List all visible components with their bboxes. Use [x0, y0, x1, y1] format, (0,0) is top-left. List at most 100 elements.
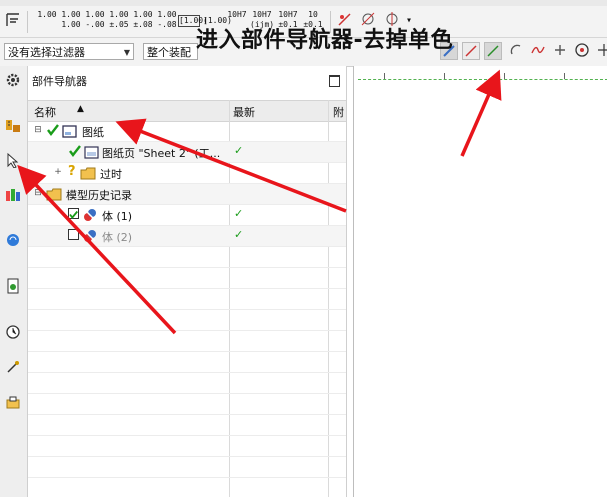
- border-tick: [504, 73, 505, 79]
- row-divider: [28, 372, 346, 373]
- latest-check-icon: ✓: [234, 144, 244, 157]
- roles-icon[interactable]: [5, 394, 21, 410]
- dim-value: 1.00: [61, 10, 81, 19]
- select-curve-icon[interactable]: [484, 42, 502, 60]
- dim-value: 1.00: [109, 10, 129, 19]
- assembly-select-value: 整个装配: [147, 46, 191, 59]
- dim-value: 10H7: [278, 10, 298, 19]
- drawing-icon: [62, 125, 77, 138]
- history-icon[interactable]: [5, 278, 21, 294]
- clock-icon[interactable]: [5, 324, 21, 340]
- dim-tol: 1.00: [61, 20, 81, 29]
- folder-icon: [80, 167, 96, 180]
- dim-value: 1.00: [133, 10, 153, 19]
- tree-label: 模型历史记录: [66, 189, 132, 202]
- row-divider: [28, 477, 346, 478]
- tree-label: 图纸: [82, 126, 104, 139]
- intersection-icon[interactable]: [552, 42, 570, 60]
- dimension-style-icon[interactable]: [4, 10, 22, 34]
- latest-check-icon: ✓: [234, 228, 244, 241]
- column-name-header[interactable]: 名称: [34, 104, 56, 120]
- folder-open-icon: [46, 188, 62, 201]
- row-divider: [28, 414, 346, 415]
- row-divider: [28, 393, 346, 394]
- filter-select-value: 没有选择过滤器: [8, 46, 85, 59]
- dim-tol: -.08: [157, 20, 177, 29]
- visibility-checkbox[interactable]: [68, 229, 79, 240]
- reuse-library-icon[interactable]: [5, 186, 21, 202]
- column-latest-header[interactable]: 最新: [233, 104, 255, 120]
- tree-label: 过时: [100, 168, 122, 181]
- collapse-icon[interactable]: ⊟: [34, 189, 42, 198]
- navigator-tree: ⊟ 图纸 图纸页 "Sheet 2" (工... ✓ + ? 过时 ⊟ 模型历史…: [28, 121, 346, 497]
- select-edge-icon[interactable]: [462, 42, 480, 60]
- visibility-checkbox[interactable]: [68, 208, 79, 219]
- dim-button-5[interactable]: 1.00 ±.08: [132, 10, 154, 34]
- selection-filter-select[interactable]: 没有选择过滤器 ▼: [4, 43, 134, 60]
- tree-row-model-history[interactable]: ⊟ 模型历史记录: [28, 184, 346, 204]
- dim-button-2[interactable]: 1.00 1.00: [60, 10, 82, 34]
- row-divider: [28, 246, 346, 247]
- dim-value: 1.00: [85, 10, 105, 19]
- row-divider: [28, 456, 346, 457]
- green-check-icon: [69, 145, 81, 157]
- part-navigator-icon[interactable]: [5, 152, 21, 169]
- dim-value: 10H7: [227, 10, 247, 19]
- settings-gear-icon[interactable]: [5, 72, 21, 88]
- row-divider: [28, 330, 346, 331]
- column-third-header[interactable]: 附: [333, 104, 344, 120]
- dim-tol: -.00: [85, 20, 105, 29]
- row-divider: [28, 351, 346, 352]
- dim-tol: ±.05: [109, 20, 129, 29]
- chevron-down-icon: ▼: [123, 48, 130, 57]
- arc-icon[interactable]: [508, 42, 526, 60]
- dim-value: 1.00: [157, 10, 177, 19]
- tree-row-sheet[interactable]: 图纸页 "Sheet 2" (工... ✓: [28, 142, 346, 162]
- dim-button-1[interactable]: 1.00: [36, 10, 58, 34]
- tree-row-body-2[interactable]: 体 (2) ✓: [28, 226, 346, 246]
- tree-label: 图纸页 "Sheet 2" (工...: [102, 147, 221, 160]
- assembly-navigator-icon[interactable]: [5, 118, 21, 134]
- row-divider: [28, 435, 346, 436]
- dim-tol: ±.08: [133, 20, 153, 29]
- border-tick: [444, 73, 445, 79]
- dim-value: 10H7: [252, 10, 272, 19]
- dim-button-3[interactable]: 1.00 -.00: [84, 10, 106, 34]
- navigator-title-bar: 部件导航器: [28, 66, 346, 92]
- annotation-caption: 进入部件导航器-去掉单色: [196, 28, 454, 53]
- spline-icon[interactable]: [530, 42, 548, 60]
- graphics-window[interactable]: [353, 66, 607, 497]
- tree-row-body-1[interactable]: 体 (1) ✓: [28, 205, 346, 225]
- expand-icon[interactable]: +: [54, 168, 62, 177]
- process-studio-icon[interactable]: [5, 359, 21, 375]
- body-feature-icon: [84, 230, 96, 242]
- assembly-scope-select[interactable]: 整个装配: [143, 43, 198, 60]
- row-divider: [28, 267, 346, 268]
- tree-row-drawing[interactable]: ⊟ 图纸: [28, 121, 346, 141]
- body-feature-icon: [84, 209, 96, 221]
- web-browser-icon[interactable]: [5, 232, 21, 248]
- tree-label: 体 (2): [102, 231, 133, 244]
- dim-button-4[interactable]: 1.00 ±.05: [108, 10, 130, 34]
- drawing-border-line: [358, 79, 607, 80]
- row-divider: [28, 309, 346, 310]
- maximize-icon[interactable]: [329, 75, 340, 87]
- tree-label: 体 (1): [102, 210, 133, 223]
- question-mark-icon: ?: [68, 164, 76, 179]
- navigator-title: 部件导航器: [32, 75, 87, 88]
- dim-button-6[interactable]: 1.00 -.08: [156, 10, 178, 34]
- border-tick: [384, 73, 385, 79]
- toolbar-row-upper: [0, 0, 607, 6]
- collapse-icon[interactable]: ⊟: [34, 126, 42, 135]
- sort-ascending-icon[interactable]: ▲: [77, 104, 84, 114]
- resource-bar: [0, 66, 28, 497]
- part-navigator-panel: 部件导航器 名称 ▲ 最新 附 ⊟ 图纸 图纸页 "Sheet 2" (工...…: [28, 66, 347, 497]
- toolbar-separator: [27, 11, 28, 33]
- dim-value: 1.00: [37, 10, 57, 19]
- border-tick: [564, 73, 565, 79]
- tree-row-outdated[interactable]: + ? 过时: [28, 163, 346, 183]
- origin-icon[interactable]: [596, 42, 607, 60]
- row-divider: [28, 288, 346, 289]
- column-header-row: 名称 ▲ 最新 附: [28, 100, 346, 122]
- center-point-icon[interactable]: [574, 42, 592, 60]
